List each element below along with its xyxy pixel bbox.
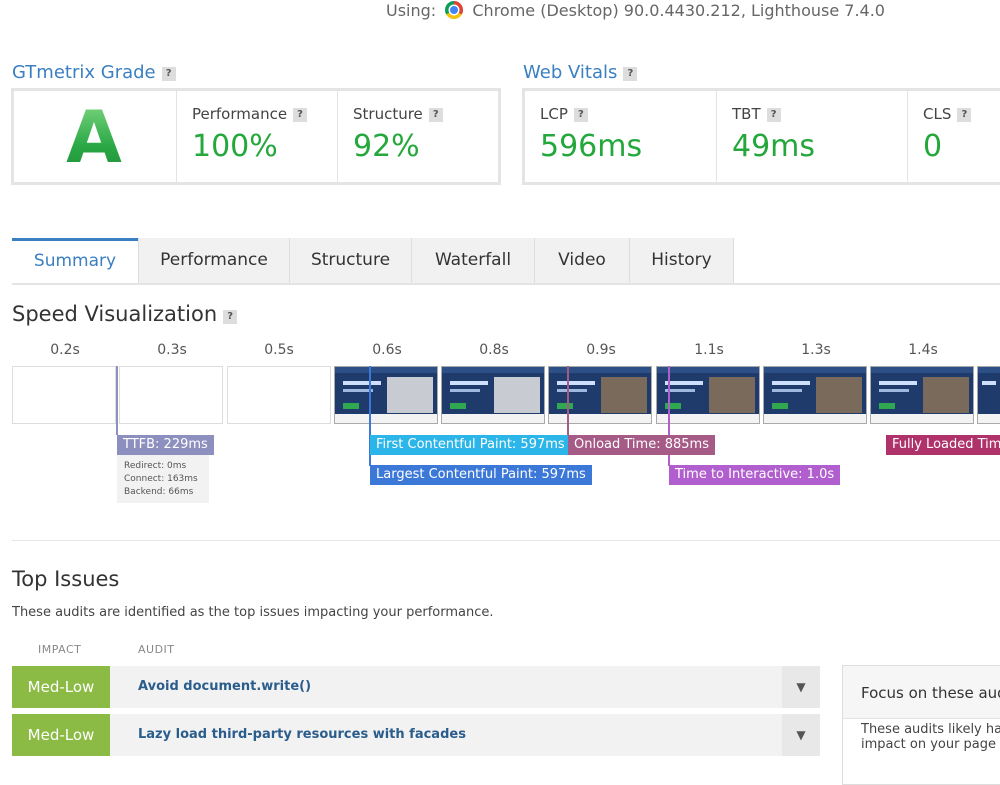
structure-value: 92% <box>353 129 420 164</box>
lcp-cell: LCP? 596ms <box>525 91 718 182</box>
focus-panel-header: Focus on these aud <box>843 666 1000 719</box>
structure-help-icon[interactable]: ? <box>428 108 443 122</box>
ttfb-connect: Connect: 163ms <box>124 474 198 484</box>
tab-history[interactable]: History <box>629 238 734 284</box>
vitals-section-title: Web Vitals? <box>523 62 638 84</box>
time-label: 0.3s <box>157 342 187 358</box>
cls-value: 0 <box>923 129 943 164</box>
vitals-help-icon[interactable]: ? <box>623 67 638 81</box>
ttfb-backend: Backend: 66ms <box>124 487 194 497</box>
tbt-cell: TBT? 49ms <box>716 91 907 182</box>
filmstrip-frame[interactable] <box>334 366 438 424</box>
filmstrip-frame[interactable] <box>548 366 652 424</box>
time-label: 0.5s <box>264 342 294 358</box>
issue-row[interactable]: Med-Low Avoid document.write() ▼ <box>12 666 820 708</box>
tab-video[interactable]: Video <box>534 238 629 284</box>
tbt-label: TBT? <box>732 105 907 123</box>
cls-help-icon[interactable]: ? <box>957 108 972 122</box>
vitals-box: LCP? 596ms TBT? 49ms CLS? 0 <box>522 88 1000 185</box>
speed-visualization-title: Speed Visualization? <box>12 302 238 326</box>
fcp-marker: First Contentful Paint: 597ms <box>370 435 571 455</box>
impact-column-header: IMPACT <box>38 643 82 656</box>
grade-title: GTmetrix Grade <box>12 62 156 83</box>
using-value: Chrome (Desktop) 90.0.4430.212, Lighthou… <box>472 1 885 20</box>
time-label: 1.4s <box>908 342 938 358</box>
performance-value: 100% <box>192 129 278 164</box>
ttfb-line <box>116 366 118 435</box>
filmstrip-frame[interactable] <box>656 366 760 424</box>
tabs-divider <box>12 283 1000 285</box>
tbt-help-icon[interactable]: ? <box>766 108 781 122</box>
performance-label: Performance? <box>192 105 339 123</box>
ttfb-redirect: Redirect: 0ms <box>124 461 187 471</box>
filmstrip-frame[interactable] <box>763 366 867 424</box>
tab-summary[interactable]: Summary <box>12 238 138 284</box>
time-label: 0.2s <box>50 342 80 358</box>
speed-help-icon[interactable]: ? <box>223 310 238 324</box>
fully-loaded-marker: Fully Loaded Time: <box>886 435 1000 455</box>
time-label: 1.3s <box>801 342 831 358</box>
time-label: 0.6s <box>372 342 402 358</box>
focus-panel-title: Focus on these aud <box>861 684 1000 702</box>
grade-box: A Performance? 100% Structure? 92% <box>11 88 501 185</box>
tbt-value: 49ms <box>732 129 816 164</box>
onload-marker: Onload Time: 885ms <box>568 435 715 455</box>
time-label: 0.9s <box>586 342 616 358</box>
onload-line <box>567 366 569 436</box>
lcp-marker: Largest Contentful Paint: 597ms <box>370 465 592 485</box>
filmstrip-frame[interactable] <box>870 366 974 424</box>
performance-cell: Performance? 100% <box>176 91 339 182</box>
tab-waterfall[interactable]: Waterfall <box>411 238 534 284</box>
lcp-help-icon[interactable]: ? <box>573 108 588 122</box>
tab-structure[interactable]: Structure <box>289 238 411 284</box>
browser-info: Using: Chrome (Desktop) 90.0.4430.212, L… <box>386 0 885 22</box>
ttfb-details: Redirect: 0ms Connect: 163ms Backend: 66… <box>117 455 209 503</box>
time-label: 1.1s <box>694 342 724 358</box>
top-issues-title: Top Issues <box>12 567 120 591</box>
filmstrip-frame[interactable] <box>12 366 116 424</box>
vitals-title: Web Vitals <box>523 62 618 83</box>
structure-label: Structure? <box>353 105 498 123</box>
tti-marker: Time to Interactive: 1.0s <box>669 465 841 485</box>
time-label: 0.8s <box>479 342 509 358</box>
cls-label: CLS? <box>923 105 1000 123</box>
filmstrip-frame[interactable] <box>977 366 1000 424</box>
structure-cell: Structure? 92% <box>337 91 498 182</box>
focus-panel: Focus on these aud These audits likely h… <box>842 665 1000 785</box>
report-tabs: Summary Performance Structure Waterfall … <box>12 238 734 284</box>
filmstrip-frame[interactable] <box>119 366 223 424</box>
impact-badge: Med-Low <box>12 666 110 708</box>
performance-help-icon[interactable]: ? <box>293 108 308 122</box>
lcp-value: 596ms <box>540 129 643 164</box>
ttfb-marker: TTFB: 229ms <box>117 435 214 455</box>
filmstrip-frame[interactable] <box>441 366 545 424</box>
lcp-label: LCP? <box>540 105 718 123</box>
chevron-down-icon[interactable]: ▼ <box>782 666 820 708</box>
grade-section-title: GTmetrix Grade? <box>12 62 176 84</box>
tab-performance[interactable]: Performance <box>138 238 289 284</box>
section-divider <box>12 540 1000 541</box>
audit-column-header: AUDIT <box>138 643 175 656</box>
grade-letter: A <box>14 91 174 183</box>
top-issues-description: These audits are identified as the top i… <box>12 605 494 620</box>
filmstrip-frame[interactable] <box>227 366 331 424</box>
chrome-icon <box>445 1 464 19</box>
audit-name[interactable]: Avoid document.write() <box>138 666 311 708</box>
grade-help-icon[interactable]: ? <box>161 67 176 81</box>
using-label: Using: <box>386 1 437 20</box>
cls-cell: CLS? 0 <box>907 91 1000 182</box>
focus-panel-body: These audits likely hav impact on your p… <box>861 722 1000 752</box>
